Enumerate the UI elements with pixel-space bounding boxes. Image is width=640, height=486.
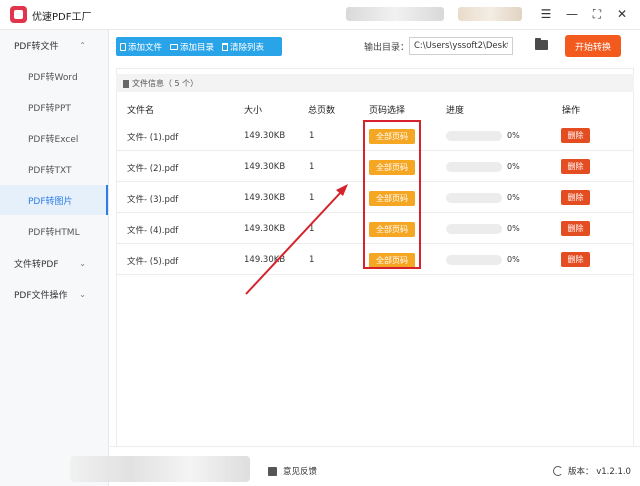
refresh-icon (553, 466, 563, 476)
feedback-icon (268, 466, 277, 476)
feedback-label: 意见反馈 (283, 467, 318, 477)
feedback-link[interactable]: 意见反馈 (268, 465, 317, 477)
version-label: 版本： v1.2.1.0 (568, 467, 631, 477)
version-info[interactable]: 版本： v1.2.1.0 (553, 465, 631, 477)
annotation-arrow-line (245, 190, 343, 295)
blurred-watermark (70, 456, 250, 482)
annotation-arrow (245, 184, 348, 295)
